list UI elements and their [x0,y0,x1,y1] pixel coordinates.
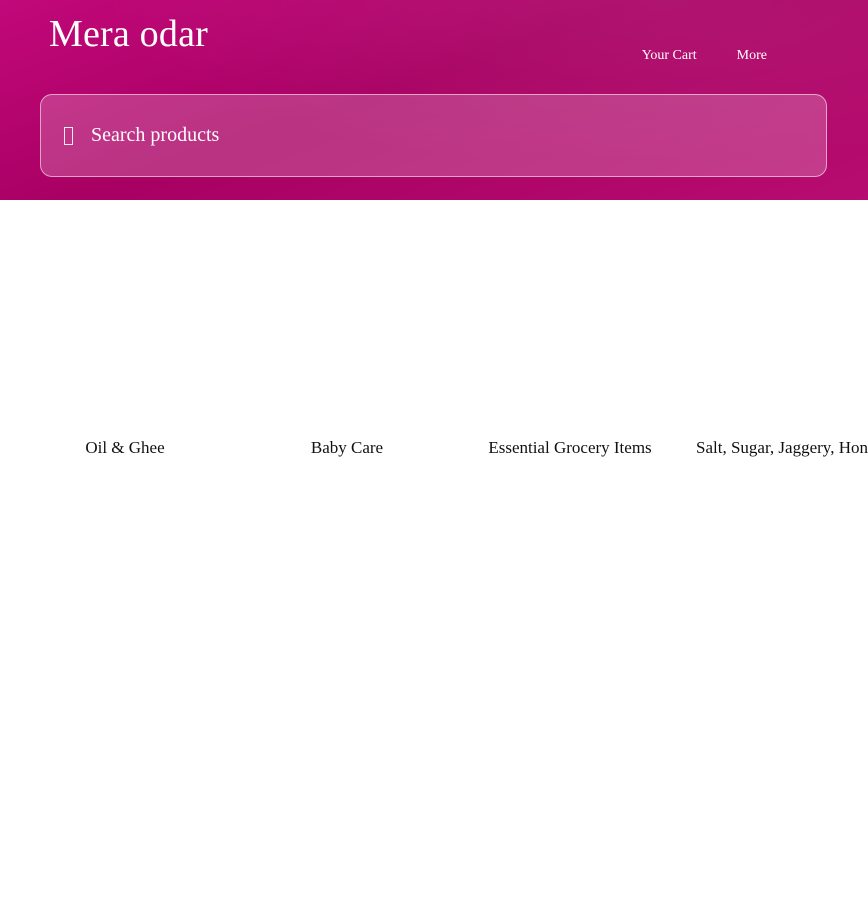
category-item-essential-grocery[interactable]: Essential Grocery Items [459,438,681,458]
search-icon [64,126,73,145]
search-box[interactable] [40,94,827,177]
more-link[interactable]: More [737,48,767,64]
site-header: Mera odar Your Cart More [0,0,868,200]
category-item-salt-sugar[interactable]: Salt, Sugar, Jaggery, Honey [696,438,868,458]
brand-logo[interactable]: Mera odar [49,12,208,56]
category-list: Oil & Ghee Baby Care Essential Grocery I… [0,438,868,462]
your-cart-link[interactable]: Your Cart [642,48,697,64]
search-input[interactable] [89,114,810,157]
category-item-oil-ghee[interactable]: Oil & Ghee [14,438,236,458]
category-item-baby-care[interactable]: Baby Care [236,438,458,458]
top-nav: Your Cart More [642,48,767,64]
